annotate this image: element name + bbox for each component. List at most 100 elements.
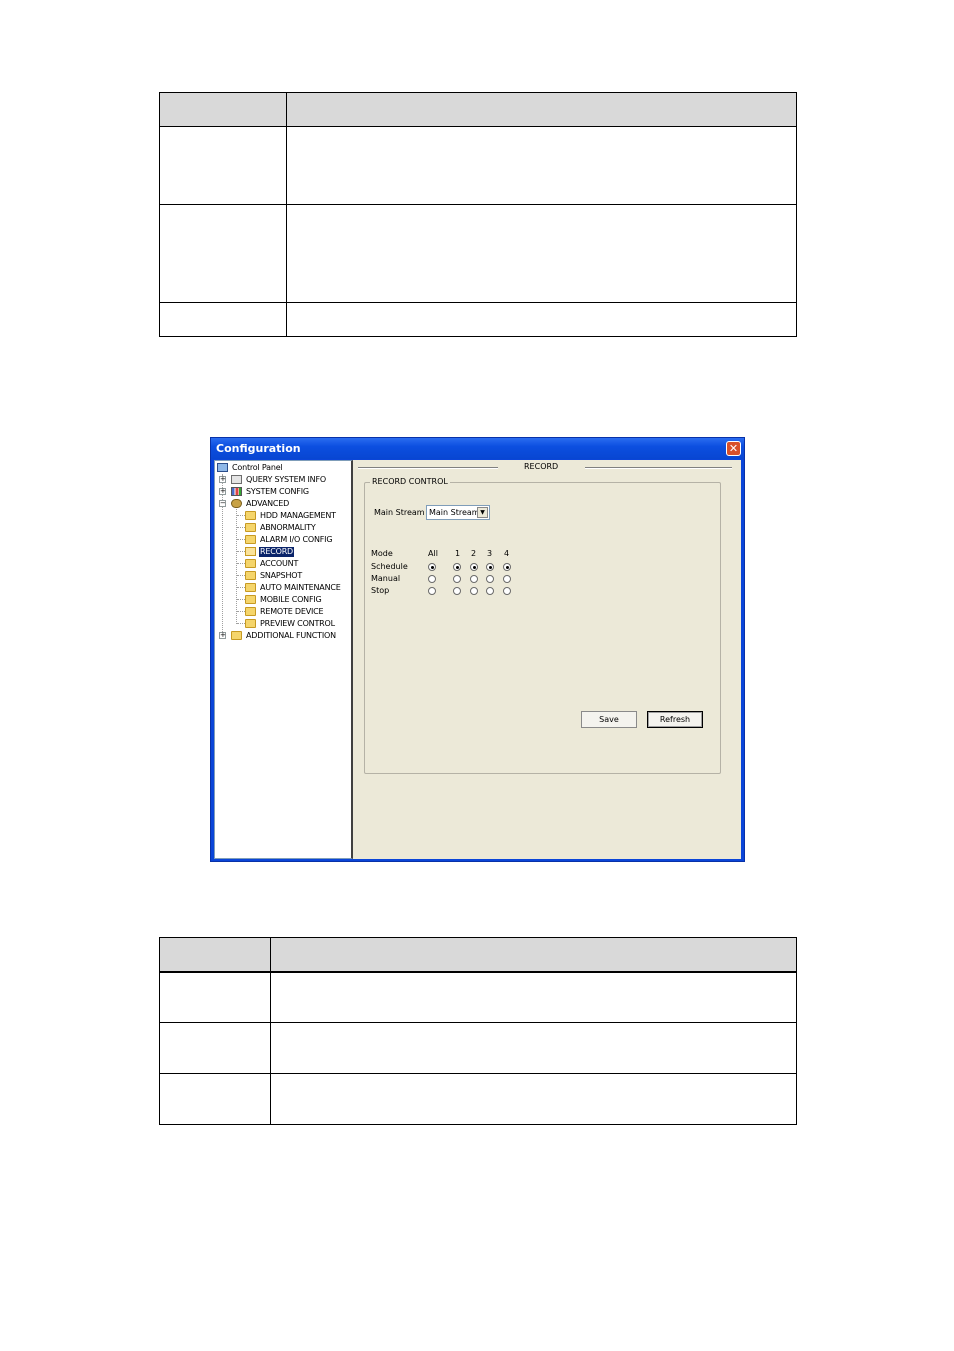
- tree-item-label: HDD MANAGEMENT: [260, 510, 336, 520]
- folder-icon: [245, 595, 256, 604]
- table-row: [159, 971, 797, 1023]
- tree-item-preview-control[interactable]: PREVIEW CONTROL: [245, 618, 336, 629]
- tree-item-additional-function[interactable]: ADDITIONAL FUNCTION: [231, 630, 337, 641]
- tree-item-label: SNAPSHOT: [260, 570, 303, 580]
- tree-item-account[interactable]: ACCOUNT: [245, 558, 299, 569]
- radio-channel[interactable]: [486, 575, 494, 583]
- radio-channel[interactable]: [503, 563, 511, 571]
- expand-icon[interactable]: +: [219, 476, 226, 483]
- tree-item-label: ADDITIONAL FUNCTION: [246, 630, 336, 640]
- tree-item-abnormality[interactable]: ABNORMALITY: [245, 522, 317, 533]
- save-button[interactable]: Save: [581, 711, 637, 728]
- tree-item-system-config[interactable]: SYSTEM CONFIG: [231, 486, 310, 497]
- tree-item-label: MOBILE CONFIG: [260, 594, 322, 604]
- radio-channel[interactable]: [470, 575, 478, 583]
- tree-item-label: Control Panel: [232, 462, 283, 472]
- column-header-all: All: [428, 549, 438, 558]
- tree-item-hdd-management[interactable]: HDD MANAGEMENT: [245, 510, 337, 521]
- top-table: [159, 92, 797, 337]
- tree-branch-line: [237, 587, 245, 588]
- tree-branch-line: [237, 527, 245, 528]
- tree-item-label: ACCOUNT: [260, 558, 299, 568]
- radio-channel[interactable]: [470, 587, 478, 595]
- tree-item-label: QUERY SYSTEM INFO: [246, 474, 326, 484]
- radio-channel[interactable]: [503, 587, 511, 595]
- tree-branch-line: [237, 575, 245, 576]
- bottom-table: [159, 937, 797, 1125]
- tree-item-query-system-info[interactable]: QUERY SYSTEM INFO: [231, 474, 327, 485]
- tree-item-snapshot[interactable]: SNAPSHOT: [245, 570, 303, 581]
- column-header-channel: 4: [504, 549, 510, 558]
- table-row: [159, 1022, 797, 1074]
- mode-label: Mode: [371, 549, 393, 558]
- tree-branch-line: [237, 551, 245, 552]
- tree-branch-line: [237, 563, 245, 564]
- settings-bars-icon: [231, 487, 242, 496]
- tree-item-advanced[interactable]: ADVANCED: [231, 498, 290, 509]
- mode-row-label: Manual: [371, 574, 401, 583]
- radio-channel[interactable]: [453, 575, 461, 583]
- folder-icon: [245, 523, 256, 532]
- expand-icon[interactable]: +: [219, 488, 226, 495]
- window-title: Configuration: [216, 442, 301, 455]
- tree-branch-line: [237, 515, 245, 516]
- record-control-group: [364, 482, 721, 774]
- tree-item-record[interactable]: RECORD: [245, 546, 295, 557]
- folder-icon: [245, 619, 256, 628]
- table-header-row: [159, 937, 797, 973]
- radio-channel[interactable]: [486, 587, 494, 595]
- folder-icon: [245, 535, 256, 544]
- tree-item-label: AUTO MAINTENANCE: [260, 582, 341, 592]
- folder-icon: [245, 559, 256, 568]
- tree-branch-line: [237, 599, 245, 600]
- column-header-channel: 2: [471, 549, 477, 558]
- tree-item-label: ABNORMALITY: [260, 522, 316, 532]
- tree-item-alarm-io-config[interactable]: ALARM I/O CONFIG: [245, 534, 333, 545]
- gear-icon: [231, 499, 242, 508]
- radio-all[interactable]: [428, 587, 436, 595]
- tree-item-label: PREVIEW CONTROL: [260, 618, 335, 628]
- expand-icon[interactable]: +: [219, 632, 226, 639]
- table-row: [159, 302, 797, 337]
- column-header-channel: 3: [487, 549, 493, 558]
- radio-channel[interactable]: [503, 575, 511, 583]
- folder-icon: [245, 571, 256, 580]
- tree-branch-line: [237, 611, 245, 612]
- table-header-row: [159, 92, 797, 127]
- folder-icon: [245, 607, 256, 616]
- tree-item-mobile-config[interactable]: MOBILE CONFIG: [245, 594, 323, 605]
- section-title: RECORD: [524, 462, 559, 471]
- folder-icon: [231, 631, 242, 640]
- monitor-icon: [217, 463, 228, 472]
- table-row: [159, 1073, 797, 1125]
- mode-row-label: Stop: [371, 586, 390, 595]
- tree-item-label: ADVANCED: [246, 498, 290, 508]
- tree-item-auto-maintenance[interactable]: AUTO MAINTENANCE: [245, 582, 342, 593]
- mode-row-label: Schedule: [371, 562, 408, 571]
- tree-item-label: ALARM I/O CONFIG: [260, 534, 333, 544]
- radio-channel[interactable]: [486, 563, 494, 571]
- stream-select-value: Main Stream: [429, 508, 480, 517]
- collapse-icon[interactable]: −: [219, 500, 226, 507]
- refresh-button[interactable]: Refresh: [647, 711, 703, 728]
- tree-item-label: REMOTE DEVICE: [260, 606, 324, 616]
- stream-select[interactable]: Main Stream ▼: [426, 505, 490, 520]
- radio-channel[interactable]: [470, 563, 478, 571]
- title-bar[interactable]: Configuration ✕: [211, 438, 744, 459]
- radio-all[interactable]: [428, 563, 436, 571]
- chevron-down-icon: ▼: [477, 507, 488, 518]
- tree-item-control-panel[interactable]: Control Panel: [217, 462, 283, 473]
- folder-icon: [245, 583, 256, 592]
- tree-item-label: RECORD: [259, 546, 295, 557]
- section-divider: [585, 467, 732, 469]
- folder-icon: [245, 511, 256, 520]
- tree-item-remote-device[interactable]: REMOTE DEVICE: [245, 606, 324, 617]
- tree-branch-line: [237, 623, 245, 624]
- window-client-area: Control Panel + QUERY SYSTEM INFO + SYST…: [214, 460, 741, 859]
- stream-label: Main Stream: [374, 508, 425, 517]
- radio-all[interactable]: [428, 575, 436, 583]
- tree-branch-line: [237, 539, 245, 540]
- close-button[interactable]: ✕: [726, 441, 741, 456]
- radio-channel[interactable]: [453, 587, 461, 595]
- radio-channel[interactable]: [453, 563, 461, 571]
